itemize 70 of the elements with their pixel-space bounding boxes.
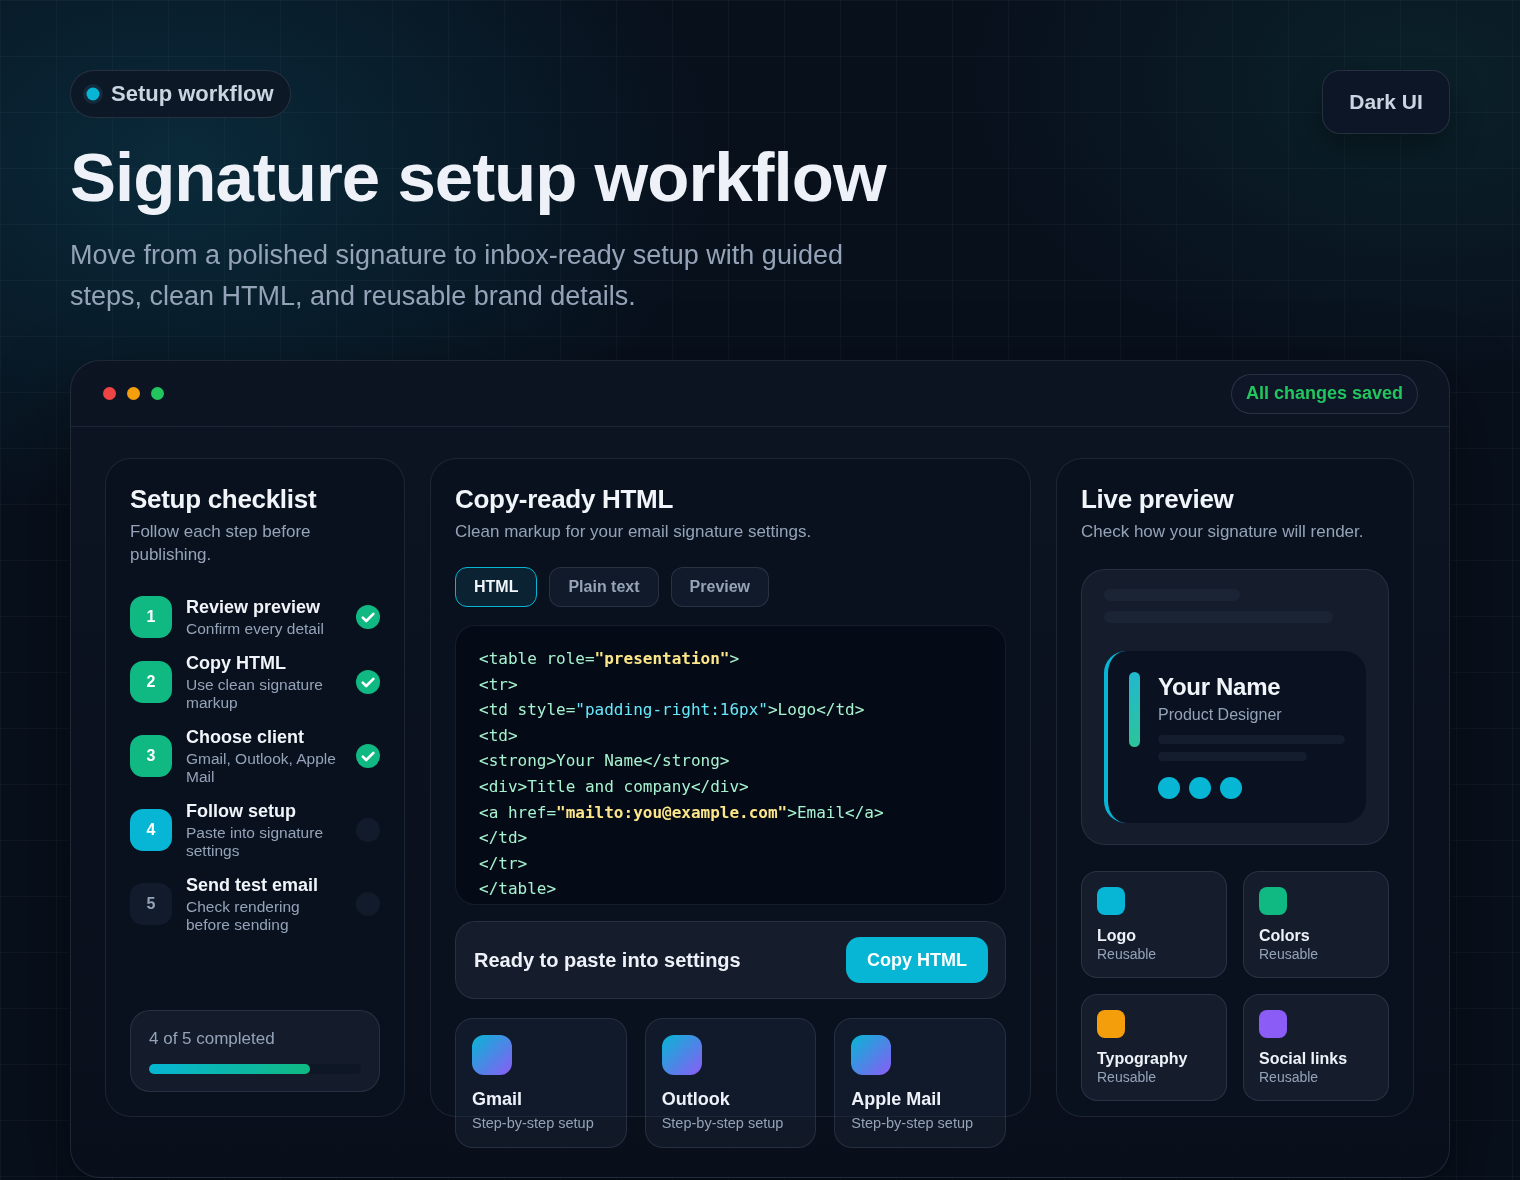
asset-description: Reusable — [1259, 1069, 1320, 1086]
format-tab[interactable]: Plain text — [549, 567, 659, 607]
asset-name: Typography — [1097, 1049, 1189, 1069]
asset-name: Colors — [1259, 926, 1311, 946]
step-title: Copy HTML — [186, 652, 287, 674]
status-dot-icon — [83, 84, 103, 104]
client-card[interactable]: Apple Mail Step-by-step setup — [834, 1018, 1006, 1148]
code-line: </table> — [479, 878, 558, 901]
code-line: </td> — [479, 827, 529, 850]
window-dot-icon[interactable] — [127, 387, 140, 400]
asset-description: Reusable — [1097, 1069, 1158, 1086]
panel-title: Copy-ready HTML — [455, 483, 674, 515]
page-subtitle: Move from a polished signature to inbox-ready setup with guided steps, clean HTML, and reusable brand details. — [70, 239, 844, 313]
client-card[interactable]: Outlook Step-by-step setup — [644, 1018, 817, 1148]
client-card[interactable]: Gmail Step-by-step setup — [455, 1018, 627, 1148]
window-dot-icon[interactable] — [103, 387, 116, 400]
client-description: Step-by-step setup — [661, 1114, 785, 1132]
step-title: Choose client — [186, 726, 306, 748]
step-number: 4 — [130, 809, 172, 851]
panel-subtitle: Check how your signature will render. — [1081, 521, 1365, 543]
circle-icon — [1189, 777, 1211, 799]
code-line: <strong>Your Name</strong> — [479, 750, 731, 773]
client-name: Gmail — [472, 1088, 524, 1110]
panel-title: Live preview — [1081, 483, 1235, 515]
code-line: <a href="mailto:you@example.com">Email</a> — [479, 801, 885, 824]
circle-icon — [1220, 777, 1242, 799]
asset-name: Logo — [1097, 926, 1138, 946]
step-number: 1 — [130, 596, 172, 638]
app-icon — [472, 1035, 512, 1075]
workflow-label: Setup workflow — [111, 81, 274, 107]
step-description: Check rendering before sending — [186, 898, 301, 934]
client-description: Step-by-step setup — [851, 1114, 975, 1132]
app-icon — [661, 1035, 702, 1075]
client-name: Apple Mail — [851, 1088, 943, 1110]
format-tab[interactable]: Preview — [670, 567, 770, 607]
asset-name: Social links — [1259, 1049, 1349, 1069]
step-number: 3 — [130, 735, 172, 777]
asset-description: Reusable — [1097, 946, 1158, 963]
code-line: <td style="padding-right:16px">Logo</td> — [479, 699, 866, 722]
theme-button[interactable]: Dark UI — [1322, 70, 1450, 134]
step-description: Use clean signature markup — [186, 676, 324, 712]
signature-name: Your Name — [1158, 672, 1282, 702]
asset-description: Reusable — [1259, 946, 1320, 963]
step-title: Review preview — [186, 596, 322, 618]
step-description: Confirm every detail — [186, 620, 325, 638]
code-line: <div>Title and company</div> — [479, 775, 750, 798]
step-description: Gmail, Outlook, Apple Mail — [186, 750, 337, 786]
save-status: All changes saved — [1230, 373, 1418, 414]
code-line: </tr> — [479, 852, 529, 875]
code-line: <td> — [479, 724, 519, 747]
client-name: Outlook — [661, 1088, 731, 1110]
client-description: Step-by-step setup — [472, 1114, 595, 1132]
format-tab[interactable]: HTML — [455, 567, 538, 607]
panel-subtitle: Clean markup for your email signature settings. — [455, 521, 813, 543]
panel-subtitle: Follow each step before publishing. — [130, 521, 312, 566]
step-title: Send test email — [186, 874, 320, 896]
app-icon — [851, 1035, 892, 1075]
step-description: Paste into signature settings — [186, 824, 324, 860]
step-title: Follow setup — [186, 800, 297, 822]
code-line: <tr> — [479, 673, 519, 696]
window-dot-icon[interactable] — [151, 387, 164, 400]
paste-label: Ready to paste into settings — [474, 948, 741, 972]
step-number: 5 — [130, 883, 172, 925]
step-number: 2 — [130, 661, 172, 703]
progress-label: 4 of 5 completed — [149, 1028, 276, 1050]
panel-title: Setup checklist — [130, 483, 318, 515]
signature-role: Product Designer — [1158, 705, 1283, 725]
circle-icon — [1158, 777, 1180, 799]
code-line: <table role="presentation"> — [479, 648, 741, 670]
page-title: Signature setup workflow — [70, 140, 888, 215]
